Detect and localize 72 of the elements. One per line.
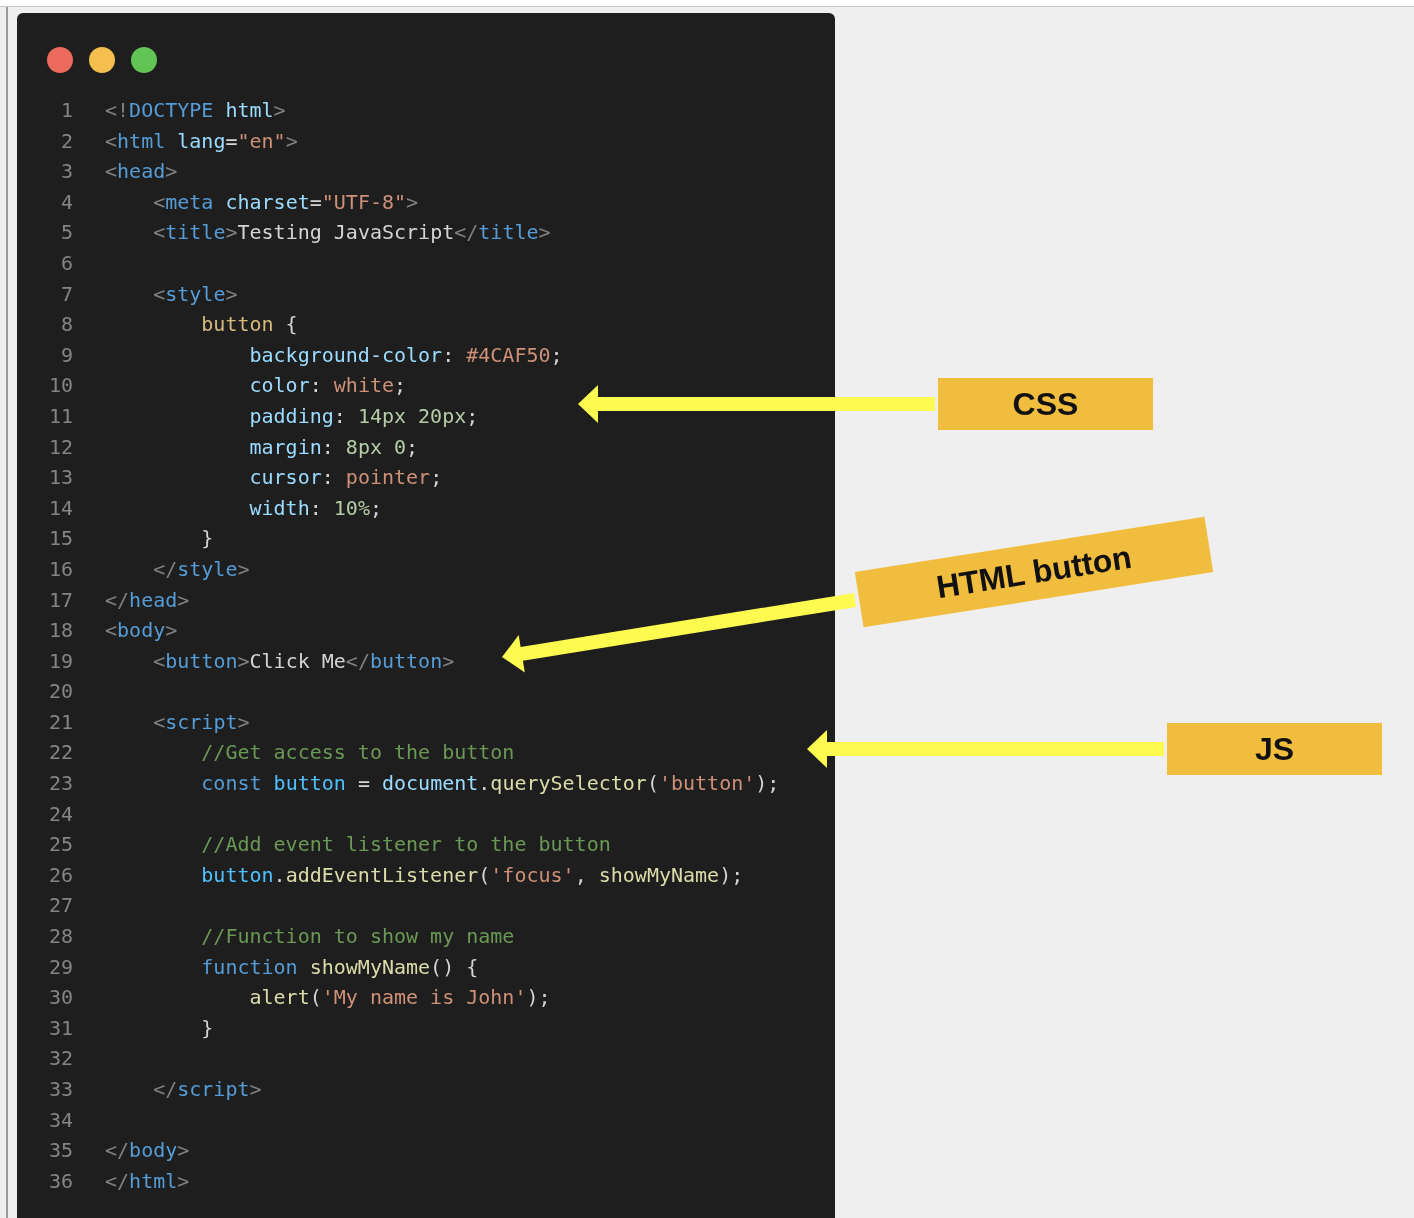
- line-number: 34: [47, 1106, 73, 1134]
- code-line: </style>: [152, 555, 250, 583]
- code-line: background-color: #4CAF50;: [248, 341, 563, 369]
- code-line: //Add event listener to the button: [200, 831, 611, 859]
- code-line: <body>: [105, 617, 178, 645]
- code-line: <button>Click Me</button>: [152, 647, 455, 675]
- code-line: function showMyName() {: [200, 953, 479, 981]
- line-number: 20: [47, 678, 73, 706]
- code-line: <meta charset="UTF-8">: [152, 188, 419, 216]
- window-control-button[interactable]: [131, 47, 157, 73]
- code-line: }: [200, 1014, 214, 1042]
- line-number: 26: [47, 861, 73, 889]
- line-number: 15: [47, 525, 73, 553]
- line-number: 5: [59, 219, 73, 247]
- code-line: </html>: [105, 1167, 190, 1195]
- line-number: 7: [59, 280, 73, 308]
- code-line: const button = document.querySelector('button');: [200, 770, 780, 798]
- line-number: 22: [47, 739, 73, 767]
- code-line: cursor: pointer;: [248, 464, 443, 492]
- line-number: 30: [47, 984, 73, 1012]
- line-number: 28: [47, 923, 73, 951]
- code-line: //Function to show my name: [200, 923, 515, 951]
- line-number: 27: [47, 892, 73, 920]
- callout-label: JS: [1167, 723, 1382, 775]
- window-control-button[interactable]: [89, 47, 115, 73]
- line-number: 21: [47, 708, 73, 736]
- code-line: button.addEventListener('focus', showMyName);: [200, 861, 744, 889]
- code-line: margin: 8px 0;: [248, 433, 419, 461]
- line-number: 19: [47, 647, 73, 675]
- line-number: 11: [47, 402, 73, 430]
- line-number: 24: [47, 800, 73, 828]
- line-number: 1: [59, 97, 73, 124]
- code-line: </script>: [152, 1076, 262, 1103]
- line-number: 23: [47, 770, 73, 798]
- line-number: 25: [47, 831, 73, 859]
- line-number: 2: [59, 127, 73, 155]
- window-control-button[interactable]: [47, 47, 73, 73]
- code-line: <!DOCTYPE html>: [105, 97, 286, 124]
- line-number: 6: [59, 249, 73, 277]
- line-number: 32: [47, 1045, 73, 1073]
- code-line: width: 10%;: [248, 494, 382, 522]
- line-number: 17: [47, 586, 73, 614]
- code-line: alert('My name is John');: [248, 984, 551, 1012]
- code-line: button {: [200, 311, 298, 339]
- code-line: <html lang="en">: [105, 127, 298, 155]
- code-line: }: [200, 525, 214, 553]
- line-number: 3: [59, 158, 73, 186]
- line-number: 36: [47, 1167, 73, 1195]
- line-number: 9: [59, 341, 73, 369]
- line-number: 12: [47, 433, 73, 461]
- code-line: <title>Testing JavaScript</title>: [152, 219, 551, 247]
- line-number: 4: [59, 188, 73, 216]
- line-number: 16: [47, 555, 73, 583]
- callout-label: HTML button: [854, 516, 1214, 628]
- code-line: <style>: [152, 280, 238, 308]
- line-number: 35: [47, 1137, 73, 1165]
- line-number: 8: [59, 311, 73, 339]
- code-line: </head>: [105, 586, 190, 614]
- callout-label: CSS: [938, 378, 1153, 430]
- code-line: color: white;: [248, 372, 407, 400]
- line-number: 33: [47, 1076, 73, 1103]
- code-line: <head>: [105, 158, 178, 186]
- line-number: 29: [47, 953, 73, 981]
- line-number: 13: [47, 464, 73, 492]
- code-line: </body>: [105, 1137, 190, 1165]
- code-line: //Get access to the button: [200, 739, 515, 767]
- line-number: 14: [47, 494, 73, 522]
- line-number: 18: [47, 617, 73, 645]
- line-number: 10: [47, 372, 73, 400]
- code-line: padding: 14px 20px;: [248, 402, 479, 430]
- line-number: 31: [47, 1014, 73, 1042]
- code-line: <script>: [152, 708, 250, 736]
